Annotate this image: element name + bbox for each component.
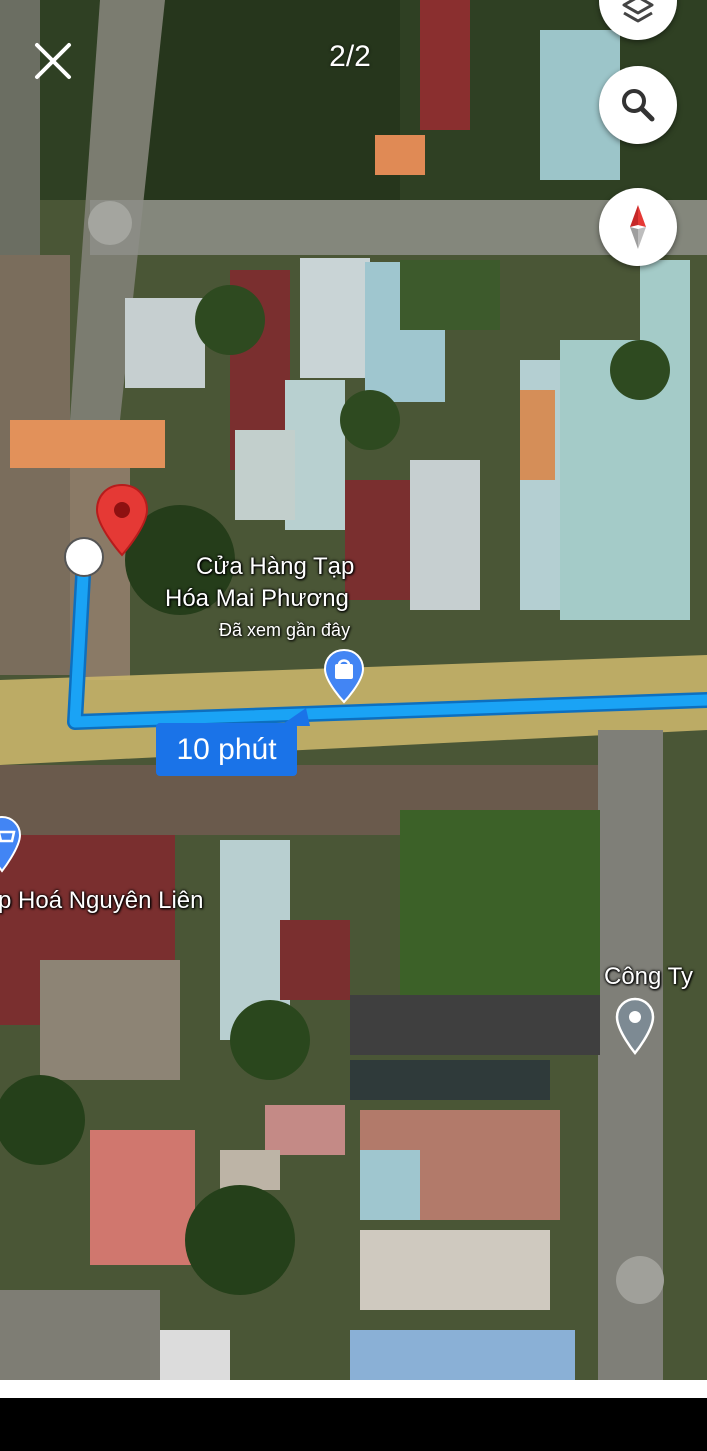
- search-button[interactable]: [599, 66, 677, 144]
- compass-button[interactable]: [599, 188, 677, 266]
- store-nguyen-lien-label[interactable]: p Hoá Nguyên Liên: [0, 886, 203, 916]
- compass-icon: [630, 205, 646, 249]
- destination-status: Đã xem gần đây: [219, 620, 351, 640]
- map-pin-icon[interactable]: [615, 997, 655, 1055]
- image-counter: 2/2: [329, 40, 371, 73]
- satellite-map[interactable]: Cửa Hàng Tạp Hóa Mai Phương Đã xem gần đ…: [0, 0, 707, 1380]
- close-button[interactable]: [28, 36, 78, 86]
- bottom-divider: [0, 1380, 707, 1398]
- company-label[interactable]: Công Ty: [604, 962, 693, 992]
- search-icon: [622, 89, 655, 122]
- layers-icon: [622, 0, 654, 23]
- destination-marker-icon[interactable]: [95, 483, 149, 559]
- route-duration-badge[interactable]: 10 phút: [156, 723, 297, 776]
- shopping-bag-icon[interactable]: [323, 648, 365, 704]
- shopping-cart-icon[interactable]: [0, 815, 22, 875]
- destination-name-line2[interactable]: Hóa Mai Phương: [165, 584, 349, 614]
- close-icon: [35, 43, 71, 79]
- destination-name-line1[interactable]: Cửa Hàng Tạp: [196, 552, 354, 582]
